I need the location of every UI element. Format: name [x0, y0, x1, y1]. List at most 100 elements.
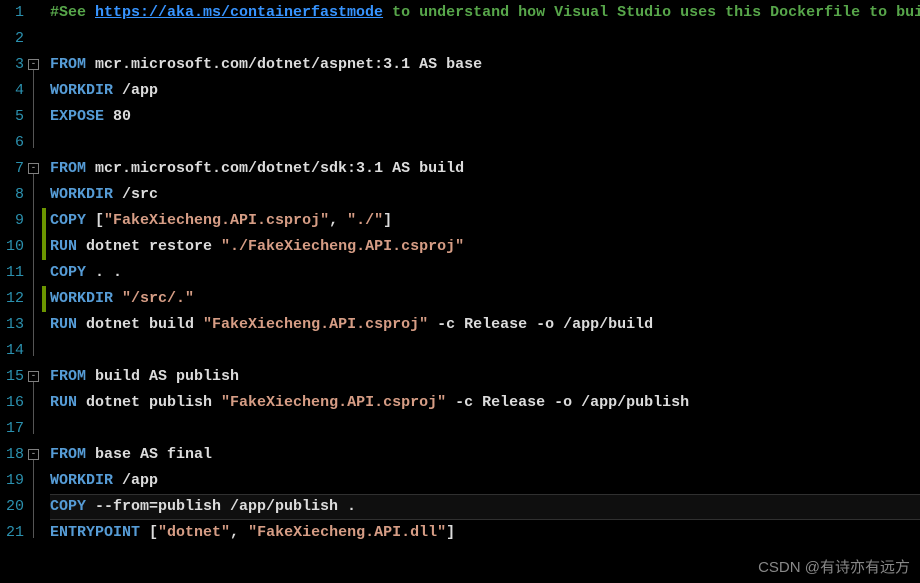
code-line[interactable]: COPY . . [50, 260, 920, 286]
code-token: RUN [50, 238, 77, 255]
code-token: COPY [50, 498, 86, 515]
line-number: 20 [0, 494, 24, 520]
line-number: 10 [0, 234, 24, 260]
code-line[interactable]: EXPOSE 80 [50, 104, 920, 130]
code-line[interactable]: WORKDIR "/src/." [50, 286, 920, 312]
code-line[interactable]: WORKDIR /app [50, 78, 920, 104]
line-number: 7 [0, 156, 24, 182]
code-line[interactable]: RUN dotnet build "FakeXiecheng.API.cspro… [50, 312, 920, 338]
code-token: "/src/." [122, 290, 194, 307]
code-line[interactable]: RUN dotnet publish "FakeXiecheng.API.csp… [50, 390, 920, 416]
code-token: [ [140, 524, 158, 541]
code-token: ENTRYPOINT [50, 524, 140, 541]
code-token: dotnet publish [77, 394, 221, 411]
code-token: , [329, 212, 347, 229]
line-number: 3 [0, 52, 24, 78]
fold-guide-line [33, 382, 34, 434]
code-token: "FakeXiecheng.API.csproj" [203, 316, 428, 333]
code-token: --from=publish /app/publish . [86, 498, 356, 515]
line-number: 13 [0, 312, 24, 338]
line-number: 14 [0, 338, 24, 364]
code-token: [ [86, 212, 104, 229]
fold-guide-line [33, 174, 34, 356]
watermark-text: CSDN @有诗亦有远方 [758, 556, 910, 577]
code-token: COPY [50, 212, 86, 229]
code-line[interactable]: #See https://aka.ms/containerfastmode to… [50, 0, 920, 26]
code-token: /src [113, 186, 158, 203]
line-number: 17 [0, 416, 24, 442]
code-token: WORKDIR [50, 290, 113, 307]
code-token: RUN [50, 394, 77, 411]
code-token [113, 290, 122, 307]
code-token: . . [86, 264, 122, 281]
code-token: COPY [50, 264, 86, 281]
code-token: ] [383, 212, 392, 229]
line-number: 19 [0, 468, 24, 494]
code-token: FROM [50, 446, 86, 463]
code-line[interactable] [50, 416, 920, 442]
code-area[interactable]: #See https://aka.ms/containerfastmode to… [46, 0, 920, 583]
code-line[interactable]: RUN dotnet restore "./FakeXiecheng.API.c… [50, 234, 920, 260]
code-token: "dotnet" [158, 524, 230, 541]
code-token: dotnet restore [77, 238, 221, 255]
code-token: , [230, 524, 248, 541]
code-line[interactable]: ENTRYPOINT ["dotnet", "FakeXiecheng.API.… [50, 520, 920, 546]
code-token: FROM [50, 56, 86, 73]
code-token: "FakeXiecheng.API.csproj" [221, 394, 446, 411]
folding-column[interactable]: - - - - [28, 0, 42, 583]
code-token: mcr.microsoft.com/dotnet/sdk:3.1 AS buil… [86, 160, 464, 177]
code-token: WORKDIR [50, 186, 113, 203]
code-token: "./" [347, 212, 383, 229]
line-number: 18 [0, 442, 24, 468]
code-line[interactable]: COPY --from=publish /app/publish . [50, 494, 920, 520]
fold-toggle-icon[interactable]: - [28, 163, 39, 174]
code-token: /app [113, 82, 158, 99]
line-number: 12 [0, 286, 24, 312]
fold-guide-line [33, 70, 34, 148]
code-token: #See [50, 4, 95, 21]
line-number: 16 [0, 390, 24, 416]
fold-toggle-icon[interactable]: - [28, 371, 39, 382]
code-line[interactable]: FROM mcr.microsoft.com/dotnet/aspnet:3.1… [50, 52, 920, 78]
code-line[interactable]: COPY ["FakeXiecheng.API.csproj", "./"] [50, 208, 920, 234]
code-line[interactable] [50, 130, 920, 156]
fold-guide-line [33, 460, 34, 538]
line-number: 6 [0, 130, 24, 156]
code-token: dotnet build [77, 316, 203, 333]
fold-toggle-icon[interactable]: - [28, 59, 39, 70]
line-number: 1 [0, 0, 24, 26]
fold-toggle-icon[interactable]: - [28, 449, 39, 460]
code-line[interactable]: FROM base AS final [50, 442, 920, 468]
line-number: 15 [0, 364, 24, 390]
code-token: FROM [50, 160, 86, 177]
code-line[interactable]: FROM build AS publish [50, 364, 920, 390]
line-number: 4 [0, 78, 24, 104]
line-number: 21 [0, 520, 24, 546]
code-token: FROM [50, 368, 86, 385]
code-token: /app [113, 472, 158, 489]
code-token: to understand how Visual Studio uses thi… [383, 4, 920, 21]
code-token: EXPOSE [50, 108, 104, 125]
line-number: 8 [0, 182, 24, 208]
line-number: 11 [0, 260, 24, 286]
code-line[interactable]: WORKDIR /src [50, 182, 920, 208]
code-token: WORKDIR [50, 82, 113, 99]
code-token: -c Release -o /app/build [428, 316, 653, 333]
code-token: -c Release -o /app/publish [446, 394, 689, 411]
code-editor[interactable]: 123456789101112131415161718192021 ---- #… [0, 0, 920, 583]
line-number-gutter: 123456789101112131415161718192021 [0, 0, 28, 583]
code-line[interactable] [50, 338, 920, 364]
line-number: 5 [0, 104, 24, 130]
code-token: 80 [104, 108, 131, 125]
code-token: mcr.microsoft.com/dotnet/aspnet:3.1 AS b… [86, 56, 482, 73]
code-token: "FakeXiecheng.API.csproj" [104, 212, 329, 229]
line-number: 9 [0, 208, 24, 234]
code-line[interactable]: FROM mcr.microsoft.com/dotnet/sdk:3.1 AS… [50, 156, 920, 182]
code-token: build AS publish [86, 368, 239, 385]
code-line[interactable] [50, 26, 920, 52]
code-line[interactable]: WORKDIR /app [50, 468, 920, 494]
code-token: base AS final [86, 446, 212, 463]
code-token: "./FakeXiecheng.API.csproj" [221, 238, 464, 255]
code-token: RUN [50, 316, 77, 333]
code-token: "FakeXiecheng.API.dll" [248, 524, 446, 541]
